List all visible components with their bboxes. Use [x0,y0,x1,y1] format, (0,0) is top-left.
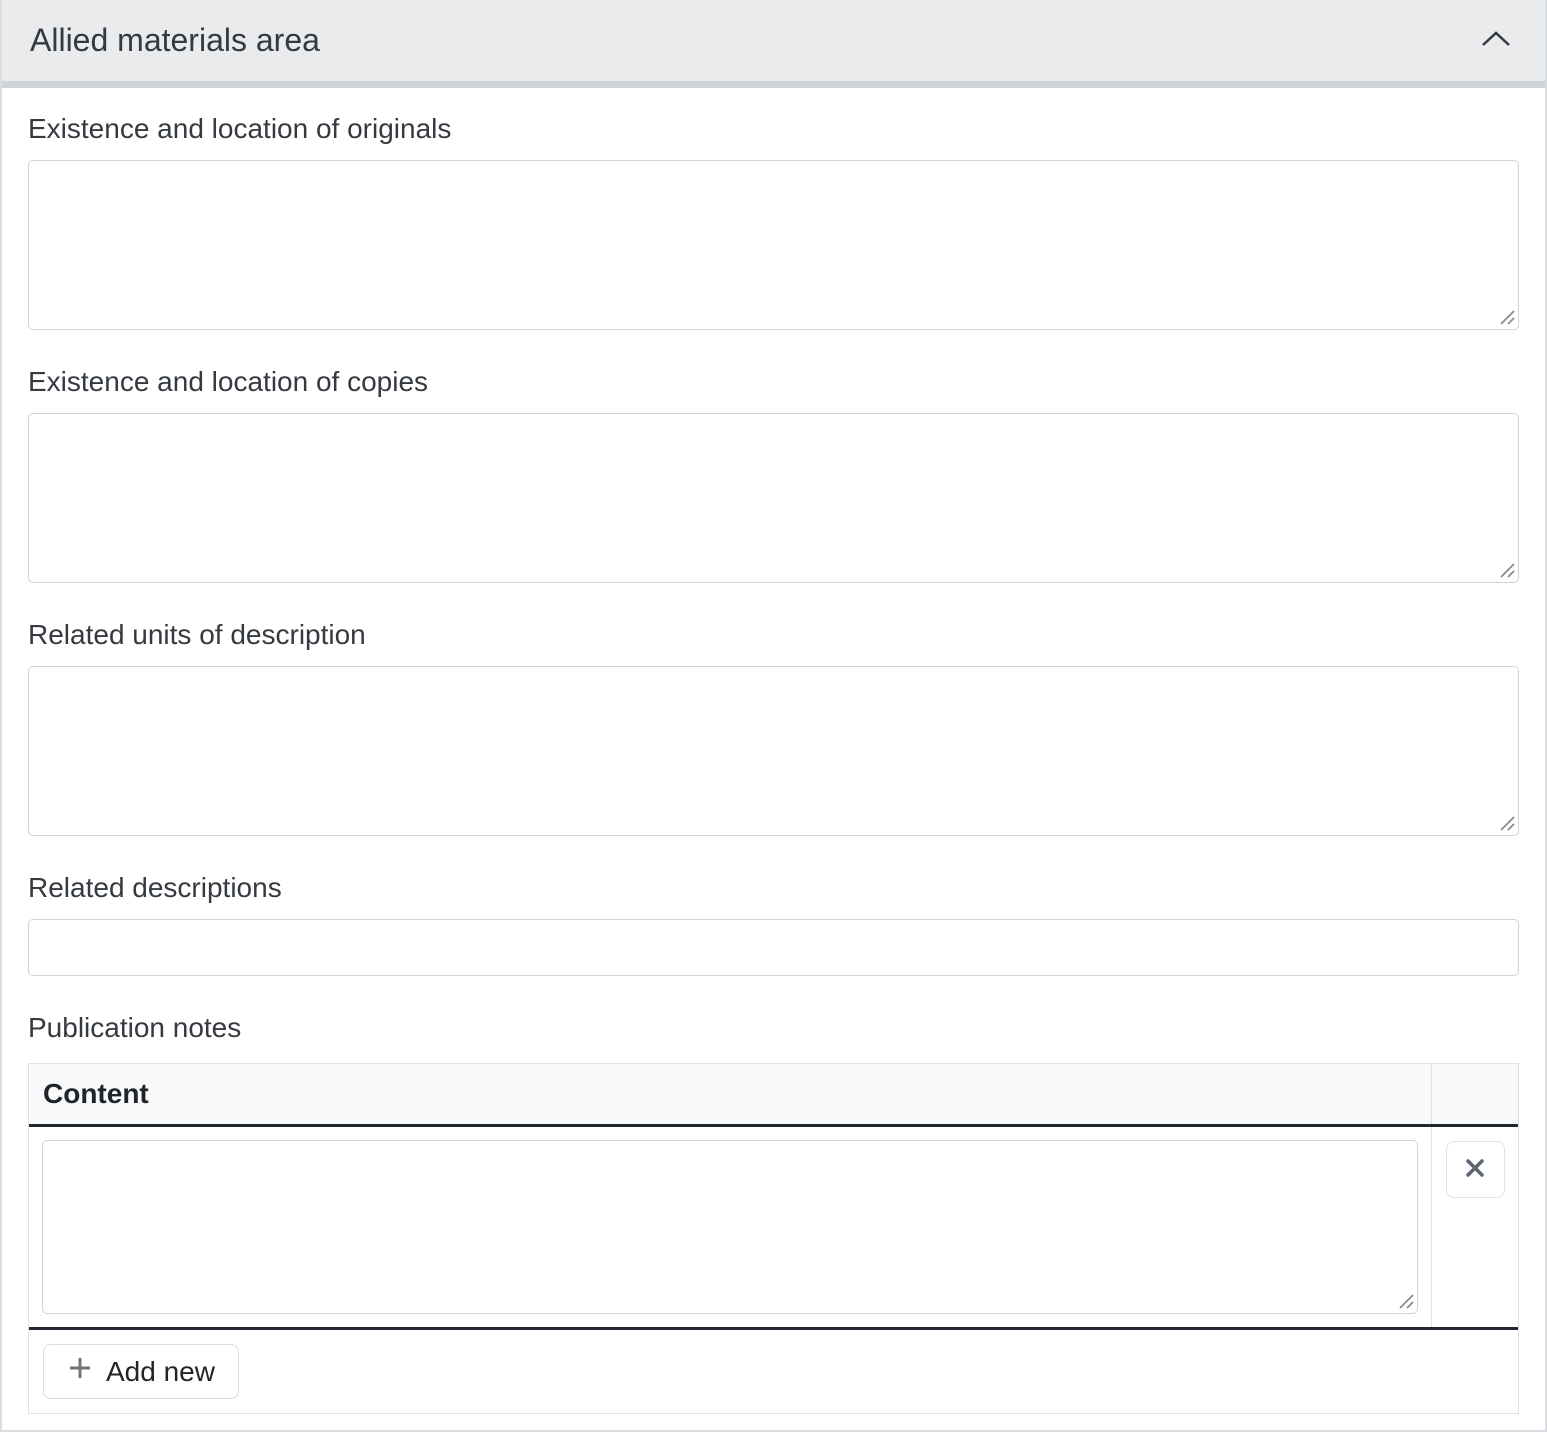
add-new-button-label: Add new [106,1355,215,1387]
chevron-up-icon [1481,30,1511,51]
existence-originals-label: Existence and location of originals [28,113,452,144]
field-existence-location-originals: Existence and location of originals [28,110,1519,330]
textarea-wrap [28,413,1519,583]
table-footer-row: Add new [29,1330,1518,1413]
section-title: Allied materials area [30,22,320,58]
content-column-header: Content [29,1064,1432,1124]
delete-row-button[interactable] [1445,1141,1505,1198]
allied-materials-area-section: Allied materials area Existence and loca… [0,0,1547,1432]
related-units-label: Related units of description [28,619,366,650]
collapse-section-button[interactable] [1475,24,1517,57]
textarea-wrap [28,160,1519,330]
textarea-wrap [42,1140,1418,1314]
publication-note-textarea[interactable] [42,1140,1418,1314]
related-descriptions-label: Related descriptions [28,872,282,903]
related-units-textarea[interactable] [28,666,1519,836]
table-row [29,1127,1518,1330]
textarea-wrap [28,666,1519,836]
field-related-units: Related units of description [28,616,1519,836]
related-descriptions-input[interactable] [28,919,1519,976]
field-related-descriptions: Related descriptions [28,869,1519,976]
field-existence-location-copies: Existence and location of copies [28,363,1519,583]
field-publication-notes: Publication notes Content Add new [28,1009,1519,1414]
existence-originals-textarea[interactable] [28,160,1519,330]
existence-copies-label: Existence and location of copies [28,366,429,397]
action-cell [1432,1127,1518,1327]
section-body: Existence and location of originals Exis… [2,88,1545,1430]
action-column-header [1432,1064,1518,1124]
content-cell [29,1127,1432,1327]
publication-notes-table: Content Add new [28,1063,1519,1414]
x-icon [1464,1157,1486,1182]
publication-notes-label: Publication notes [28,1012,242,1043]
plus-icon [67,1355,93,1388]
existence-copies-textarea[interactable] [28,413,1519,583]
table-header-row: Content [29,1064,1518,1127]
add-new-button[interactable]: Add new [43,1344,239,1399]
section-header[interactable]: Allied materials area [2,0,1545,88]
